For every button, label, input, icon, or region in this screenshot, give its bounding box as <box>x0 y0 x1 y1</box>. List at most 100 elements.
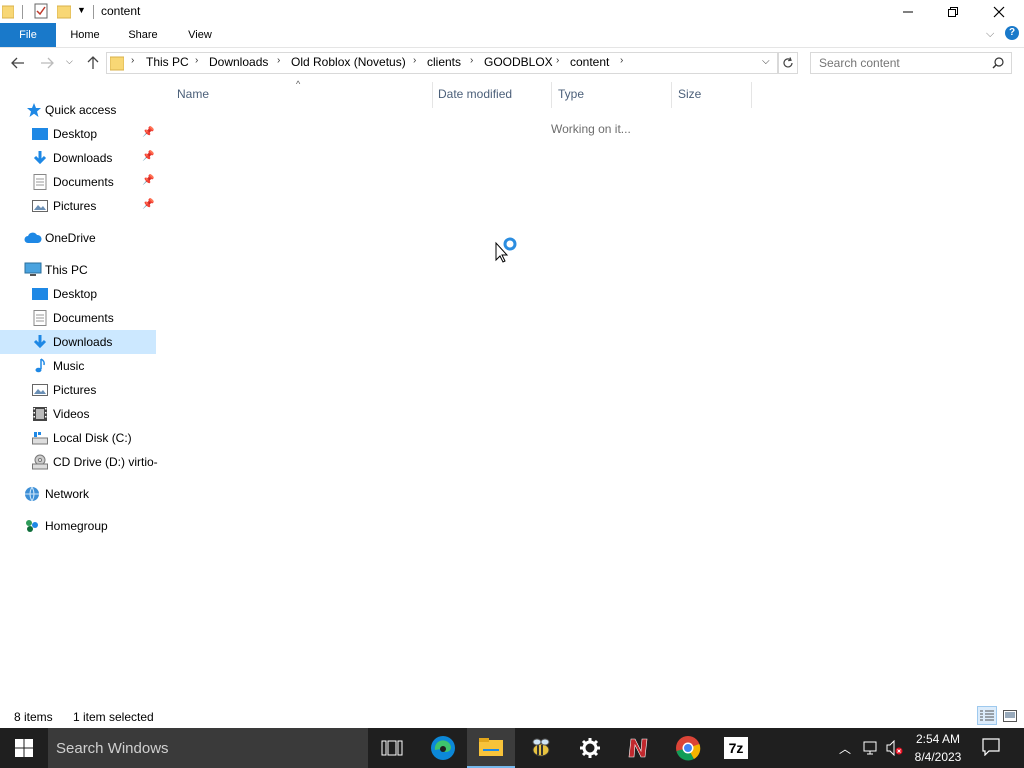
taskbar-app-bee[interactable] <box>517 728 565 768</box>
taskbar-clock-time[interactable]: 2:54 AM <box>912 732 964 746</box>
nav-item-pc-downloads[interactable]: Downloads <box>0 330 156 354</box>
sort-ascending-icon: ^ <box>296 79 301 89</box>
network-status-icon[interactable] <box>863 740 879 759</box>
film-icon <box>32 406 48 422</box>
breadcrumb-downloads[interactable]: Downloads <box>209 55 268 69</box>
breadcrumb-this-pc[interactable]: This PC <box>146 55 189 69</box>
taskbar-settings[interactable] <box>566 728 614 768</box>
star-icon <box>26 102 42 118</box>
nav-item-cd-drive[interactable]: CD Drive (D:) virtio- <box>0 450 158 474</box>
download-icon <box>32 150 48 166</box>
nav-item-pc-videos[interactable]: Videos <box>0 402 156 426</box>
taskbar-clock-date[interactable]: 8/4/2023 <box>912 750 964 764</box>
action-center-icon[interactable] <box>982 738 1000 759</box>
nav-item-onedrive[interactable]: OneDrive <box>0 226 156 250</box>
minimize-icon <box>903 11 913 12</box>
help-icon[interactable]: ? <box>1005 26 1019 40</box>
up-button[interactable] <box>84 54 102 72</box>
properties-icon[interactable] <box>33 3 49 19</box>
tab-view[interactable]: View <box>177 23 223 47</box>
taskbar-novetus[interactable] <box>614 728 662 768</box>
taskbar-search-box[interactable]: Search Windows <box>48 728 368 768</box>
nav-item-qa-pictures[interactable]: Pictures 📌 <box>0 194 156 218</box>
chevron-right-icon[interactable]: › <box>556 55 559 66</box>
taskbar-edge[interactable] <box>419 728 467 768</box>
nav-item-quick-access[interactable]: Quick access <box>0 98 156 122</box>
cd-drive-icon <box>32 454 48 470</box>
nav-item-pc-documents[interactable]: Documents <box>0 306 156 330</box>
column-header-date-modified[interactable]: Date modified <box>438 87 512 101</box>
expand-ribbon-icon[interactable]: ⌵ <box>986 28 994 41</box>
close-button[interactable] <box>976 0 1022 23</box>
breadcrumb-content[interactable]: content <box>570 55 609 69</box>
novetus-icon <box>628 738 648 758</box>
tab-home[interactable]: Home <box>62 23 108 47</box>
column-header-type[interactable]: Type <box>558 87 584 101</box>
title-bar: ▼ content <box>0 0 1024 23</box>
nav-item-local-disk[interactable]: Local Disk (C:) <box>0 426 156 450</box>
breadcrumb-clients[interactable]: clients <box>427 55 461 69</box>
windows-logo-icon <box>15 739 33 757</box>
minimize-button[interactable] <box>885 0 931 23</box>
nav-item-qa-desktop[interactable]: Desktop 📌 <box>0 122 156 146</box>
nav-item-network[interactable]: Network <box>0 482 156 506</box>
column-header-size[interactable]: Size <box>678 87 701 101</box>
address-history-dropdown-icon[interactable]: ⌵ <box>762 56 770 67</box>
nav-item-this-pc[interactable]: This PC <box>0 258 156 282</box>
back-button[interactable] <box>9 54 27 72</box>
chevron-right-icon[interactable]: › <box>277 55 280 66</box>
bee-app-icon <box>532 738 550 757</box>
hard-drive-icon <box>32 430 48 446</box>
nav-item-qa-documents[interactable]: Documents 📌 <box>0 170 156 194</box>
arrow-right-icon <box>41 57 54 69</box>
large-icons-view-button[interactable] <box>1000 706 1020 725</box>
chevron-right-icon[interactable]: › <box>195 55 198 66</box>
cloud-icon <box>24 230 42 246</box>
breadcrumb-old-roblox[interactable]: Old Roblox (Novetus) <box>291 55 406 69</box>
details-view-icon <box>980 710 994 720</box>
restore-icon <box>948 6 958 17</box>
desktop-icon <box>32 126 48 142</box>
show-hidden-icons-chevron-icon[interactable]: ︿ <box>839 740 851 757</box>
chevron-right-icon[interactable]: › <box>131 55 134 66</box>
details-view-button[interactable] <box>977 706 997 725</box>
refresh-button[interactable] <box>778 52 798 74</box>
nav-item-homegroup[interactable]: Homegroup <box>0 514 156 538</box>
refresh-icon <box>783 57 793 68</box>
nav-item-pc-music[interactable]: Music <box>0 354 156 378</box>
arrow-up-icon <box>87 56 99 69</box>
task-view-icon <box>381 740 403 756</box>
chrome-browser-icon <box>676 736 701 761</box>
nav-item-pc-pictures[interactable]: Pictures <box>0 378 156 402</box>
taskbar-file-explorer[interactable] <box>467 728 515 768</box>
chevron-right-icon[interactable]: › <box>413 55 416 66</box>
status-selection: 1 item selected <box>73 710 154 724</box>
breadcrumb-goodblox[interactable]: GOODBLOX <box>484 55 553 69</box>
taskbar-7zip[interactable]: 7z <box>712 728 760 768</box>
search-box[interactable] <box>810 52 1012 74</box>
search-input[interactable] <box>811 53 997 73</box>
task-view-button[interactable] <box>368 728 416 768</box>
homegroup-icon <box>24 518 40 534</box>
search-icon[interactable] <box>992 57 1004 72</box>
forward-button[interactable] <box>38 54 56 72</box>
chevron-right-icon[interactable]: › <box>620 55 623 66</box>
restore-button[interactable] <box>930 0 976 23</box>
volume-muted-icon[interactable] <box>886 739 904 759</box>
column-header-name[interactable]: Name <box>177 87 209 101</box>
tab-file[interactable]: File <box>0 23 56 47</box>
window-title: content <box>101 4 141 18</box>
arrow-left-icon <box>11 57 24 69</box>
7zip-icon: 7z <box>724 737 748 759</box>
quick-access-toolbar-dropdown-icon[interactable]: ▼ <box>77 5 86 15</box>
recent-locations-dropdown-icon[interactable]: ⌵ <box>66 56 73 67</box>
gear-icon <box>580 738 600 758</box>
tab-share[interactable]: Share <box>120 23 166 47</box>
new-folder-icon[interactable] <box>56 3 72 19</box>
chevron-right-icon[interactable]: › <box>470 55 473 66</box>
taskbar-chrome[interactable] <box>664 728 712 768</box>
large-icons-view-icon <box>1003 709 1017 722</box>
start-button[interactable] <box>0 728 48 768</box>
nav-item-qa-downloads[interactable]: Downloads 📌 <box>0 146 156 170</box>
nav-item-pc-desktop[interactable]: Desktop <box>0 282 156 306</box>
